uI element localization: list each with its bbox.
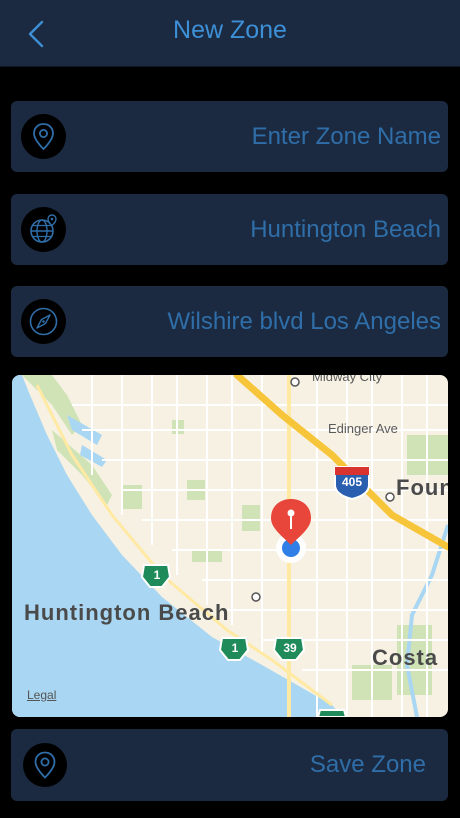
map-view[interactable]: Midway City Edinger Ave Foun Huntington … [12,375,448,717]
city-field[interactable] [11,194,448,265]
page-title: New Zone [173,16,287,44]
address-field[interactable] [11,286,448,357]
zone-name-field[interactable] [11,101,448,172]
nav-bar: New Zone [0,0,460,67]
route-1-label: 1 [153,568,161,582]
zone-name-input[interactable] [81,101,441,172]
map-label-costa: Costa [372,645,439,670]
new-zone-screen: New Zone Enter Zone Name Huntington Beac… [0,0,460,818]
map-label-fountain: Foun [396,475,448,500]
map-label-huntington-beach: Huntington Beach [24,600,230,625]
map-label-midway-city: Midway City [312,375,383,384]
globe-pin-icon [21,207,66,252]
route-1-label: 1 [231,641,239,655]
location-pin-icon [21,114,66,159]
save-zone-label: Save Zone [309,751,426,778]
route-shield-partial [316,709,348,717]
location-pin-icon [23,743,67,787]
map-pin-icon [271,499,311,545]
map-legal-link[interactable]: Legal [27,688,56,702]
city-input[interactable] [81,194,441,265]
map-label-edinger-ave: Edinger Ave [328,421,398,436]
route-39-label: 39 [283,641,297,655]
address-input[interactable] [81,286,441,357]
interstate-405-label: 405 [341,475,363,489]
compass-icon [21,299,66,344]
save-zone-button[interactable]: Save Zone [11,729,448,801]
